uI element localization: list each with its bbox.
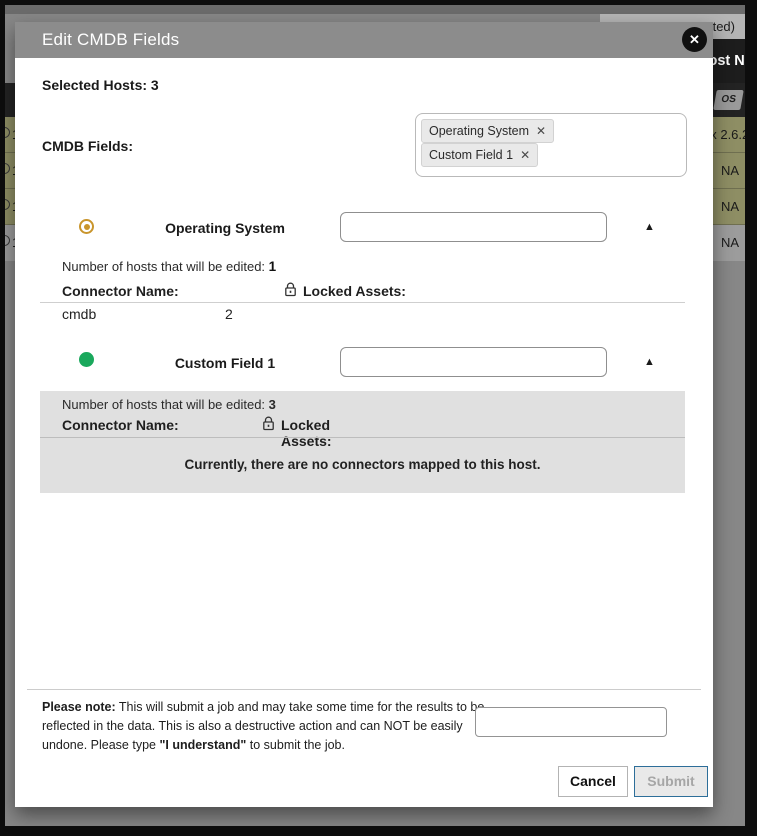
connector-name-header: Connector Name:	[62, 283, 179, 299]
lock-icon	[262, 416, 275, 434]
radio-circle-icon	[5, 235, 10, 246]
connector-name: cmdb	[62, 306, 97, 322]
divider	[40, 302, 685, 303]
hosts-edited-line: Number of hosts that will be edited: 3	[62, 397, 276, 412]
row-os-value: NA	[721, 235, 740, 250]
locked-assets-header: Locked Assets:	[303, 283, 406, 299]
selected-hosts-label: Selected Hosts: 3	[42, 77, 159, 93]
no-connectors-message: Currently, there are no connectors mappe…	[184, 457, 541, 472]
cancel-button[interactable]: Cancel	[558, 766, 628, 797]
note-prefix: Please note:	[42, 700, 116, 714]
footer-divider	[27, 689, 701, 690]
row-os-value: NA	[721, 163, 740, 178]
chip-remove-icon[interactable]: ✕	[536, 124, 546, 138]
connector-table-header: Connector Name: Locked Assets:	[62, 416, 332, 449]
submit-button[interactable]: Submit	[634, 766, 708, 797]
radio-circle-icon	[5, 199, 10, 210]
warning-note: Please note: This will submit a job and …	[42, 700, 485, 752]
radio-circle-icon	[5, 163, 10, 174]
chip-custom-field-1: Custom Field 1 ✕	[421, 143, 539, 167]
cmdb-fields-label: CMDB Fields:	[42, 138, 133, 154]
connector-name-header: Connector Name:	[62, 417, 179, 433]
lock-icon	[284, 282, 297, 300]
close-icon[interactable]: ✕	[682, 27, 707, 52]
field-value-input[interactable]	[340, 347, 607, 377]
connector-details-panel: Number of hosts that will be edited: 3 C…	[40, 391, 685, 493]
chip-label: Operating System	[429, 124, 530, 138]
row-os-value: NA	[721, 199, 740, 214]
i-understand-input[interactable]	[475, 707, 667, 737]
os-column-icon: OS	[713, 90, 744, 110]
dialog-title: Edit CMDB Fields	[42, 30, 180, 49]
locked-assets-count: 2	[225, 306, 233, 322]
field-value-input[interactable]	[340, 212, 607, 242]
hosts-edited-count: 3	[268, 397, 276, 412]
divider	[40, 437, 685, 438]
connector-table-header: Connector Name: Locked Assets:	[62, 282, 406, 299]
dialog-header: Edit CMDB Fields ✕	[15, 22, 713, 58]
connector-row: cmdb 2	[62, 306, 233, 322]
hosts-edited-count: 1	[268, 259, 277, 274]
field-label: Custom Field 1	[174, 355, 276, 371]
collapse-arrow-icon[interactable]: ▲	[644, 356, 655, 368]
chip-label: Custom Field 1	[429, 148, 514, 162]
cmdb-fields-multiselect[interactable]: Operating System ✕ Custom Field 1 ✕	[415, 113, 687, 177]
hosts-edited-line: Number of hosts that will be edited: 1	[62, 259, 277, 274]
locked-assets-header: Locked Assets:	[281, 417, 332, 449]
note-understand-phrase: "I understand"	[159, 738, 247, 752]
edit-cmdb-fields-dialog: Edit CMDB Fields ✕ Selected Hosts: 3 CMD…	[15, 22, 713, 807]
field-label: Operating System	[165, 220, 285, 236]
status-dot-icon	[79, 352, 94, 367]
background-toolbar	[5, 5, 745, 14]
collapse-arrow-icon[interactable]: ▲	[644, 221, 655, 233]
chip-operating-system: Operating System ✕	[421, 119, 555, 143]
chip-remove-icon[interactable]: ✕	[520, 148, 530, 162]
radio-circle-icon	[5, 127, 10, 138]
status-ring-icon	[79, 219, 94, 234]
